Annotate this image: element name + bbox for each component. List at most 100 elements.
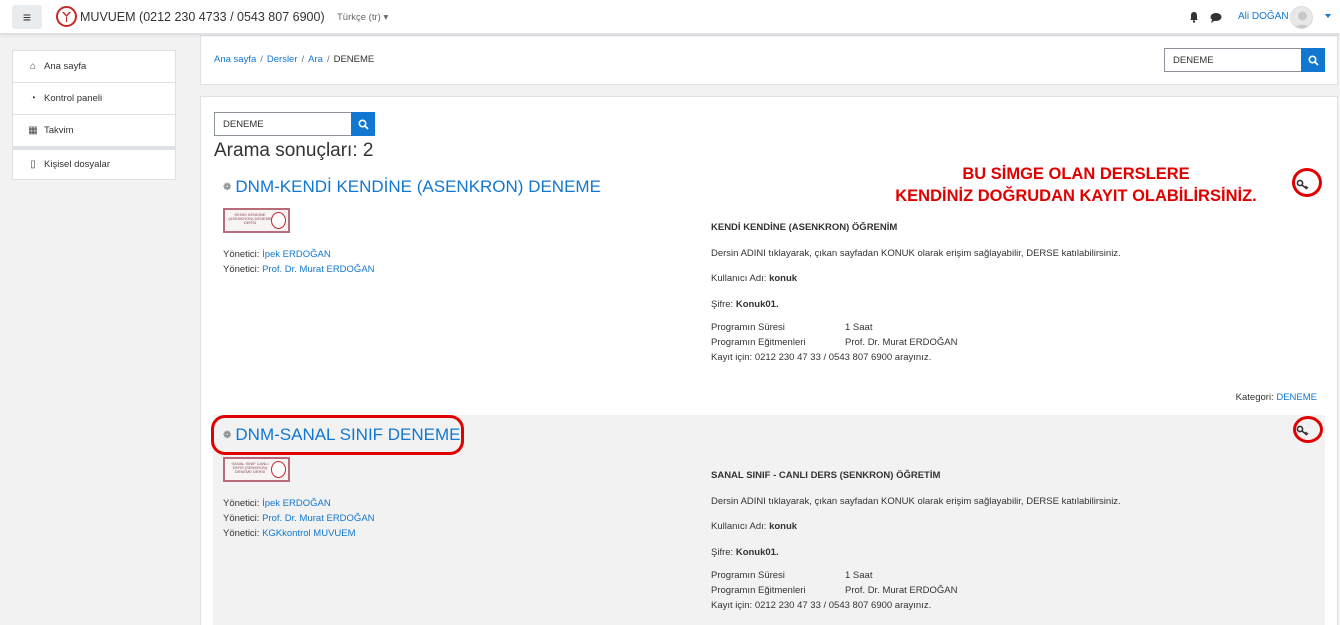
annotation-circle bbox=[1292, 168, 1322, 197]
file-icon: ▯ bbox=[30, 159, 36, 170]
teacher-row: Yönetici: Prof. Dr. Murat ERDOĞAN bbox=[223, 262, 375, 277]
summary-username: Kullanıcı Adı: konuk bbox=[711, 273, 797, 284]
program-duration-label: Programın Süresi bbox=[711, 570, 785, 581]
drawer-item-label: Ana sayfa bbox=[44, 61, 87, 72]
category-label: Kategori: bbox=[1235, 392, 1274, 403]
username-label: Kullanıcı Adı: bbox=[711, 273, 767, 284]
site-logo[interactable] bbox=[56, 6, 77, 27]
results-title: Arama sonuçları: 2 bbox=[214, 140, 374, 161]
course-search-input[interactable] bbox=[214, 112, 351, 136]
program-duration: 1 Saat bbox=[845, 322, 873, 333]
program-trainers-label: Programın Eğitmenleri bbox=[711, 337, 806, 348]
teacher-row: Yönetici: KGKkontrol MUVUEM bbox=[223, 526, 375, 541]
annotation-circle bbox=[1293, 416, 1323, 443]
breadcrumb-link[interactable]: Ara bbox=[308, 54, 323, 65]
teacher-link[interactable]: Prof. Dr. Murat ERDOĞAN bbox=[262, 264, 374, 275]
teacher-link[interactable]: KGKkontrol MUVUEM bbox=[262, 528, 355, 539]
summary-password: Şifre: Konuk01. bbox=[711, 299, 779, 310]
summary-access: Dersin ADINI tıklayarak, çıkan sayfadan … bbox=[711, 496, 1121, 507]
teacher-row: Yönetici: İpek ERDOĞAN bbox=[223, 247, 375, 262]
summary-title: SANAL SINIF - CANLI DERS (SENKRON) ÖĞRET… bbox=[711, 470, 941, 481]
course-category: Kategori: DENEME bbox=[1236, 392, 1317, 403]
search-icon bbox=[1307, 54, 1319, 66]
program-trainers-label: Programın Eğitmenleri bbox=[711, 585, 806, 596]
breadcrumb-link[interactable]: Dersler bbox=[267, 54, 298, 65]
header-search bbox=[1164, 48, 1325, 72]
top-navbar: ≡ MUVUEM (0212 230 4733 / 0543 807 6900)… bbox=[0, 0, 1340, 34]
annotation-text: BU SİMGE OLAN DERSLERE KENDİNİZ DOĞRUDAN… bbox=[866, 163, 1286, 207]
bell-icon[interactable] bbox=[1189, 11, 1199, 23]
teacher-role: Yönetici: bbox=[223, 528, 260, 539]
teacher-role: Yönetici: bbox=[223, 249, 260, 260]
teacher-row: Yönetici: İpek ERDOĞAN bbox=[223, 496, 375, 511]
annotation-highlight-box bbox=[211, 415, 464, 455]
teacher-role: Yönetici: bbox=[223, 498, 260, 509]
site-name[interactable]: MUVUEM (0212 230 4733 / 0543 807 6900) bbox=[80, 10, 325, 24]
summary-title: KENDİ KENDİNE (ASENKRON) ÖĞRENİM bbox=[711, 222, 898, 233]
hamburger-icon[interactable]: ≡ bbox=[12, 5, 42, 29]
course-name-label: DNM-KENDİ KENDİNE (ASENKRON) DENEME bbox=[235, 177, 601, 196]
registration-info: Kayıt için: 0212 230 47 33 / 0543 807 69… bbox=[711, 600, 932, 611]
user-menu-caret-icon[interactable] bbox=[1325, 14, 1331, 18]
program-duration: 1 Saat bbox=[845, 570, 873, 581]
program-info: Programın Süresi 1 Saat Programın Eğitmen… bbox=[711, 568, 957, 613]
summary-password: Şifre: Konuk01. bbox=[711, 547, 779, 558]
nav-drawer: ⌂ Ana sayfa ◔ Kontrol paneli ▦ Takvim ▯ … bbox=[0, 34, 189, 625]
password-label: Şifre: bbox=[711, 299, 734, 310]
user-name[interactable]: Ali DOĞAN bbox=[1238, 11, 1289, 22]
drawer-item-private-files[interactable]: ▯ Kişisel dosyalar bbox=[13, 147, 175, 179]
header-search-input[interactable] bbox=[1164, 48, 1301, 72]
course-image-text: KENDİ KENDİNE (ASENKRON) DENEME DERSİ bbox=[228, 213, 272, 225]
drawer-item-calendar[interactable]: ▦ Takvim bbox=[13, 115, 175, 147]
drawer-list: ⌂ Ana sayfa ◔ Kontrol paneli ▦ Takvim ▯ … bbox=[12, 50, 176, 180]
dashboard-icon: ◔ bbox=[29, 93, 37, 104]
teacher-row: Yönetici: Prof. Dr. Murat ERDOĞAN bbox=[223, 511, 375, 526]
teacher-role: Yönetici: bbox=[223, 513, 260, 524]
calendar-icon: ▦ bbox=[28, 125, 38, 136]
registration-info: Kayıt için: 0212 230 47 33 / 0543 807 69… bbox=[711, 352, 932, 363]
drawer-item-home[interactable]: ⌂ Ana sayfa bbox=[13, 51, 175, 83]
program-duration-label: Programın Süresi bbox=[711, 322, 785, 333]
drawer-item-label: Takvim bbox=[44, 125, 74, 136]
teacher-link[interactable]: İpek ERDOĞAN bbox=[262, 498, 331, 509]
program-trainers: Prof. Dr. Murat ERDOĞAN bbox=[845, 585, 958, 596]
annotation-line: KENDİNİZ DOĞRUDAN KAYIT OLABİLİRSİNİZ. bbox=[895, 187, 1257, 205]
search-icon bbox=[357, 118, 369, 130]
annotation-line: BU SİMGE OLAN DERSLERE bbox=[962, 165, 1190, 183]
category-link[interactable]: DENEME bbox=[1276, 392, 1317, 403]
course-image[interactable]: KENDİ KENDİNE (ASENKRON) DENEME DERSİ bbox=[223, 208, 290, 233]
username-value: konuk bbox=[769, 273, 798, 284]
username-label: Kullanıcı Adı: bbox=[711, 521, 767, 532]
program-trainers: Prof. Dr. Murat ERDOĞAN bbox=[845, 337, 958, 348]
drawer-item-label: Kontrol paneli bbox=[44, 93, 103, 104]
course-search-button[interactable] bbox=[351, 112, 375, 136]
course-teachers: Yönetici: İpek ERDOĞAN Yönetici: Prof. D… bbox=[223, 247, 375, 277]
course-search bbox=[214, 112, 375, 136]
password-value: Konuk01. bbox=[735, 299, 779, 310]
username-value: konuk bbox=[769, 521, 798, 532]
course-icon: ❁ bbox=[223, 181, 232, 193]
program-info: Programın Süresi 1 Saat Programın Eğitmen… bbox=[711, 320, 957, 365]
breadcrumb-link[interactable]: Ana sayfa bbox=[214, 54, 256, 65]
password-label: Şifre: bbox=[711, 547, 734, 558]
breadcrumb-current: DENEME bbox=[333, 54, 375, 65]
password-value: Konuk01. bbox=[735, 547, 779, 558]
teacher-link[interactable]: İpek ERDOĞAN bbox=[262, 249, 331, 260]
course-name-link[interactable]: ❁ DNM-KENDİ KENDİNE (ASENKRON) DENEME bbox=[223, 177, 601, 197]
teacher-link[interactable]: Prof. Dr. Murat ERDOĞAN bbox=[262, 513, 374, 524]
page-header: Ana sayfa / Dersler / Ara / DENEME bbox=[200, 35, 1338, 85]
drawer-item-label: Kişisel dosyalar bbox=[44, 159, 110, 170]
breadcrumb: Ana sayfa / Dersler / Ara / DENEME bbox=[214, 54, 375, 65]
language-menu[interactable]: Türkçe (tr) ▾ bbox=[337, 12, 388, 23]
language-label: Türkçe (tr) bbox=[337, 12, 381, 23]
avatar[interactable] bbox=[1290, 6, 1313, 29]
course-image[interactable]: SANAL SINIF CANLI DERS (SENKRON) DENEME … bbox=[223, 457, 290, 482]
drawer-item-dashboard[interactable]: ◔ Kontrol paneli bbox=[13, 83, 175, 115]
home-icon: ⌂ bbox=[29, 61, 37, 72]
header-search-button[interactable] bbox=[1301, 48, 1325, 72]
course-teachers: Yönetici: İpek ERDOĞAN Yönetici: Prof. D… bbox=[223, 496, 375, 541]
summary-access: Dersin ADINI tıklayarak, çıkan sayfadan … bbox=[711, 248, 1121, 259]
course-image-text: SANAL SINIF CANLI DERS (SENKRON) DENEME … bbox=[231, 462, 269, 474]
teacher-role: Yönetici: bbox=[223, 264, 260, 275]
chat-icon[interactable] bbox=[1210, 12, 1222, 23]
